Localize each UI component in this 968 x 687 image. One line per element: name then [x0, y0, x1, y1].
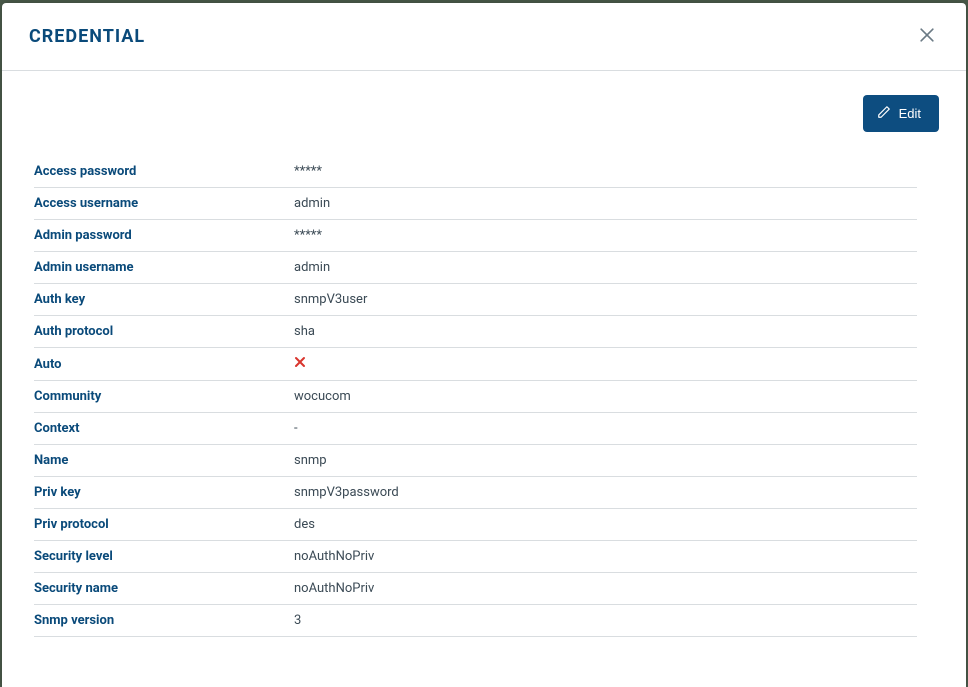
table-row: Auto	[34, 348, 917, 381]
field-label: Security level	[34, 541, 294, 573]
table-row: Admin usernameadmin	[34, 252, 917, 284]
table-row: Namesnmp	[34, 445, 917, 477]
field-label: Admin password	[34, 220, 294, 252]
field-label: Context	[34, 413, 294, 445]
edit-button-label: Edit	[899, 106, 921, 121]
table-row: Context-	[34, 413, 917, 445]
field-label: Auto	[34, 348, 294, 381]
table-row: Security namenoAuthNoPriv	[34, 573, 917, 605]
field-value	[294, 348, 917, 381]
field-value: admin	[294, 188, 917, 220]
modal-body: Edit Access password*****Access username…	[2, 71, 966, 687]
table-row: Priv keysnmpV3password	[34, 477, 917, 509]
field-label: Auth key	[34, 284, 294, 316]
table-row: Auth keysnmpV3user	[34, 284, 917, 316]
field-label: Priv key	[34, 477, 294, 509]
field-label: Community	[34, 381, 294, 413]
field-value: snmpV3user	[294, 284, 917, 316]
field-value: admin	[294, 252, 917, 284]
edit-button[interactable]: Edit	[863, 95, 939, 132]
credential-table: Access password*****Access usernameadmin…	[34, 156, 917, 637]
field-value: *****	[294, 220, 917, 252]
field-value: noAuthNoPriv	[294, 573, 917, 605]
field-value: *****	[294, 156, 917, 188]
field-label: Name	[34, 445, 294, 477]
actions-bar: Edit	[29, 95, 939, 132]
field-label: Admin username	[34, 252, 294, 284]
field-value: wocucom	[294, 381, 917, 413]
modal-title: CREDENTIAL	[29, 26, 145, 47]
close-button[interactable]	[913, 21, 941, 52]
table-row: Admin password*****	[34, 220, 917, 252]
field-value: noAuthNoPriv	[294, 541, 917, 573]
table-row: Access usernameadmin	[34, 188, 917, 220]
field-value: des	[294, 509, 917, 541]
table-row: Communitywocucom	[34, 381, 917, 413]
pencil-icon	[877, 105, 891, 122]
field-label: Priv protocol	[34, 509, 294, 541]
field-label: Access password	[34, 156, 294, 188]
x-icon	[294, 356, 306, 368]
table-row: Priv protocoldes	[34, 509, 917, 541]
field-label: Snmp version	[34, 605, 294, 637]
modal-header: CREDENTIAL	[2, 3, 966, 71]
field-value: sha	[294, 316, 917, 348]
field-value: -	[294, 413, 917, 445]
field-value: snmp	[294, 445, 917, 477]
table-row: Access password*****	[34, 156, 917, 188]
field-label: Access username	[34, 188, 294, 220]
close-icon	[917, 25, 937, 48]
credential-modal: CREDENTIAL Edit Access password*	[2, 3, 966, 687]
field-value: 3	[294, 605, 917, 637]
field-label: Auth protocol	[34, 316, 294, 348]
table-row: Security levelnoAuthNoPriv	[34, 541, 917, 573]
table-row: Auth protocolsha	[34, 316, 917, 348]
field-value: snmpV3password	[294, 477, 917, 509]
table-row: Snmp version3	[34, 605, 917, 637]
field-label: Security name	[34, 573, 294, 605]
